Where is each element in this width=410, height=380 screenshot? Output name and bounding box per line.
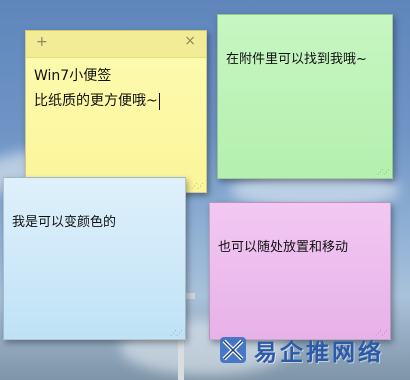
sticky-note-yellow[interactable]: + × Win7小便签 比纸质的更方便哦~ ⋰⋰ bbox=[25, 30, 207, 193]
resize-grip-icon[interactable]: ⋰⋰ bbox=[170, 330, 183, 337]
sticky-note-green[interactable]: 在附件里可以找到我哦~ ⋰⋰ bbox=[217, 14, 393, 179]
watermark-text: 易企推网络 bbox=[254, 340, 384, 366]
resize-grip-icon[interactable]: ⋰⋰ bbox=[377, 169, 390, 176]
note-line-2: 比纸质的更方便哦~ bbox=[34, 89, 198, 114]
watermark: 易企推网络 bbox=[218, 330, 384, 370]
note-text[interactable]: 在附件里可以找到我哦~ bbox=[218, 15, 392, 71]
note-text[interactable]: 我是可以变颜色的 bbox=[4, 178, 185, 234]
resize-grip-icon[interactable]: ⋰⋰ bbox=[191, 183, 204, 190]
text-cursor bbox=[158, 92, 160, 110]
close-note-button[interactable]: × bbox=[184, 33, 196, 49]
note-text[interactable]: 也可以随处放置和移动 bbox=[210, 203, 390, 259]
sticky-note-blue[interactable]: 我是可以变颜色的 ⋰⋰ bbox=[3, 177, 186, 340]
add-note-button[interactable]: + bbox=[36, 34, 48, 50]
watermark-logo-icon bbox=[220, 337, 246, 363]
note-line-1: Win7小便签 bbox=[34, 68, 112, 84]
note-line-2-text: 比纸质的更方便哦~ bbox=[34, 93, 158, 109]
note-text-area[interactable]: Win7小便签 比纸质的更方便哦~ bbox=[26, 58, 206, 114]
note-title-bar[interactable]: + × bbox=[26, 31, 206, 58]
sticky-note-pink[interactable]: 也可以随处放置和移动 ⋰⋰ bbox=[209, 202, 391, 340]
